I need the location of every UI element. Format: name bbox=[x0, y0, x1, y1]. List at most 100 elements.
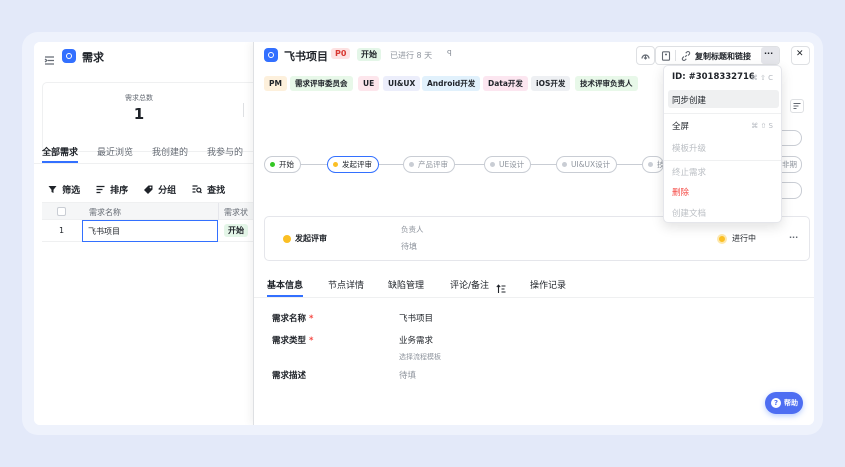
group-label: 分组 bbox=[158, 186, 177, 196]
menu-item-copy-id[interactable]: ID: #3018332716 bbox=[672, 72, 755, 82]
detail-tabs-divider bbox=[254, 297, 814, 298]
column-header-name[interactable]: 需求名称 bbox=[89, 207, 121, 218]
group-button[interactable]: 分组 bbox=[144, 178, 176, 197]
workflow-node-submit-review[interactable]: 发起评审 bbox=[327, 156, 379, 173]
requirement-type-icon bbox=[264, 48, 278, 62]
sort-icon bbox=[96, 185, 105, 194]
column-divider bbox=[218, 203, 219, 220]
pin-icon[interactable]: ꟼ bbox=[447, 49, 452, 58]
detail-tab-underline bbox=[267, 295, 303, 297]
field-value-description[interactable]: 待填 bbox=[399, 369, 416, 381]
priority-badge[interactable]: P0 bbox=[331, 48, 351, 59]
field-label-description: 需求描述 bbox=[272, 371, 307, 381]
field-value-name[interactable]: 飞书项目 bbox=[399, 312, 433, 324]
search-button[interactable]: 查找 bbox=[192, 178, 225, 197]
search-text-icon bbox=[192, 185, 202, 194]
role-tag-review-committee[interactable]: 需求评审委员会 bbox=[290, 76, 353, 91]
comment-sort-icon[interactable] bbox=[496, 279, 506, 293]
bookmark-icon bbox=[661, 51, 671, 61]
workflow-node-start[interactable]: 开始 bbox=[264, 156, 301, 173]
workflow-node-ue-design[interactable]: UE设计 bbox=[484, 156, 532, 173]
sort-label: 排序 bbox=[110, 186, 129, 196]
menu-item-create-doc[interactable]: 创建文档 bbox=[672, 207, 706, 219]
tab-participated[interactable]: 我参与的 bbox=[207, 145, 243, 158]
summary-label: 需求总数 bbox=[125, 94, 153, 102]
tab-basic-info[interactable]: 基本信息 bbox=[267, 278, 303, 291]
field-label-text: 需求类型 bbox=[272, 336, 307, 346]
help-button[interactable]: ? 帮助 bbox=[765, 392, 803, 414]
tab-comments[interactable]: 评论/备注 bbox=[450, 278, 489, 291]
workflow-side-node-1[interactable] bbox=[782, 130, 802, 146]
workflow-side-node-3[interactable] bbox=[782, 182, 802, 199]
app-window: 需求 需求总数 1 全部需求 最近浏览 我创建的 我参与的 筛选 排序 分组 查… bbox=[34, 42, 814, 425]
tab-all-requirements[interactable]: 全部需求 bbox=[42, 145, 78, 158]
close-button[interactable]: ✕ bbox=[791, 46, 810, 65]
row-name-cell[interactable]: 飞书项目 bbox=[82, 220, 218, 242]
column-header-status[interactable]: 需求状 bbox=[224, 207, 248, 218]
workflow-node-tech[interactable]: 技 bbox=[642, 156, 664, 173]
menu-item-fullscreen[interactable]: 全屏 bbox=[672, 120, 689, 132]
node-more-icon[interactable]: ··· bbox=[789, 233, 798, 242]
more-icon: ··· bbox=[764, 49, 774, 58]
tabs-divider bbox=[34, 163, 254, 164]
copy-title-link-label: 复制标题和链接 bbox=[695, 52, 751, 61]
tab-node-detail[interactable]: 节点详情 bbox=[328, 278, 364, 291]
status-badge[interactable]: 开始 bbox=[357, 48, 381, 61]
tab-operation-log[interactable]: 操作记录 bbox=[530, 278, 566, 291]
field-hint-template[interactable]: 选择流程模板 bbox=[399, 352, 441, 362]
help-label: 帮助 bbox=[784, 399, 798, 407]
elapsed-text: 已进行 8 天 bbox=[390, 51, 433, 60]
sort-icon bbox=[793, 103, 801, 109]
role-tag-pm[interactable]: PM bbox=[264, 76, 287, 91]
role-tag-ios[interactable]: iOS开发 bbox=[531, 76, 571, 91]
filter-icon bbox=[48, 186, 57, 193]
menu-separator bbox=[664, 160, 781, 161]
menu-item-label: 同步创建 bbox=[672, 96, 707, 106]
summary-value: 1 bbox=[133, 105, 145, 123]
current-node-name: 发起评审 bbox=[295, 234, 327, 243]
page-title: 需求 bbox=[82, 51, 104, 64]
node-label: 产品评审 bbox=[418, 160, 448, 169]
menu-item-delete[interactable]: 删除 bbox=[672, 186, 689, 198]
tab-recent[interactable]: 最近浏览 bbox=[97, 145, 133, 158]
workflow-node-product-review[interactable]: 产品评审 bbox=[403, 156, 455, 173]
role-tag-data[interactable]: Data开发 bbox=[483, 76, 528, 91]
required-mark: * bbox=[308, 336, 314, 346]
workflow-side-node-2[interactable]: 非期 bbox=[782, 156, 802, 173]
role-tag-android[interactable]: Android开发 bbox=[422, 76, 481, 91]
node-label: 发起评审 bbox=[342, 160, 372, 169]
filter-label: 筛选 bbox=[62, 186, 81, 196]
node-label: UE设计 bbox=[499, 160, 525, 169]
workflow-filter-button[interactable] bbox=[790, 99, 804, 113]
row-index: 1 bbox=[59, 226, 65, 235]
help-icon: ? bbox=[771, 398, 781, 408]
button-divider bbox=[675, 50, 676, 61]
field-label-text: 需求名称 bbox=[272, 314, 307, 324]
assignee-value[interactable]: 待填 bbox=[401, 241, 417, 252]
row-status-badge: 开始 bbox=[224, 224, 248, 237]
in-progress-icon bbox=[717, 234, 727, 244]
collapse-sidebar-icon[interactable] bbox=[44, 51, 55, 65]
role-tag-ue[interactable]: UE bbox=[358, 76, 380, 91]
workflow-node-uiux-design[interactable]: UI&UX设计 bbox=[556, 156, 618, 173]
share-button[interactable] bbox=[636, 46, 655, 65]
close-icon: ✕ bbox=[796, 49, 804, 59]
tab-created-by-me[interactable]: 我创建的 bbox=[152, 145, 188, 158]
menu-separator bbox=[664, 113, 781, 114]
tab-defects[interactable]: 缺陷管理 bbox=[388, 278, 424, 291]
filter-button[interactable]: 筛选 bbox=[48, 178, 80, 197]
node-state[interactable]: 进行中 bbox=[732, 233, 756, 244]
role-tag-tech-review[interactable]: 技术评审负责人 bbox=[575, 76, 638, 91]
detail-title[interactable]: 飞书项目 bbox=[284, 48, 328, 64]
table-row[interactable]: 1 飞书项目 开始 bbox=[42, 220, 254, 242]
menu-item-template-upgrade[interactable]: 模板升级 bbox=[672, 142, 706, 154]
role-tag-uiux[interactable]: UI&UX bbox=[383, 76, 421, 91]
copy-id-shortcut: ⌘ ⇧ C bbox=[750, 74, 773, 82]
menu-item-sync-create[interactable]: 同步创建 bbox=[668, 90, 779, 108]
menu-item-terminate[interactable]: 终止需求 bbox=[672, 166, 706, 178]
node-status-dot bbox=[283, 235, 291, 243]
sort-button[interactable]: 排序 bbox=[96, 178, 128, 197]
field-value-type[interactable]: 业务需求 bbox=[399, 334, 433, 346]
more-button[interactable]: ··· bbox=[761, 47, 779, 64]
select-all-checkbox[interactable] bbox=[57, 207, 66, 216]
